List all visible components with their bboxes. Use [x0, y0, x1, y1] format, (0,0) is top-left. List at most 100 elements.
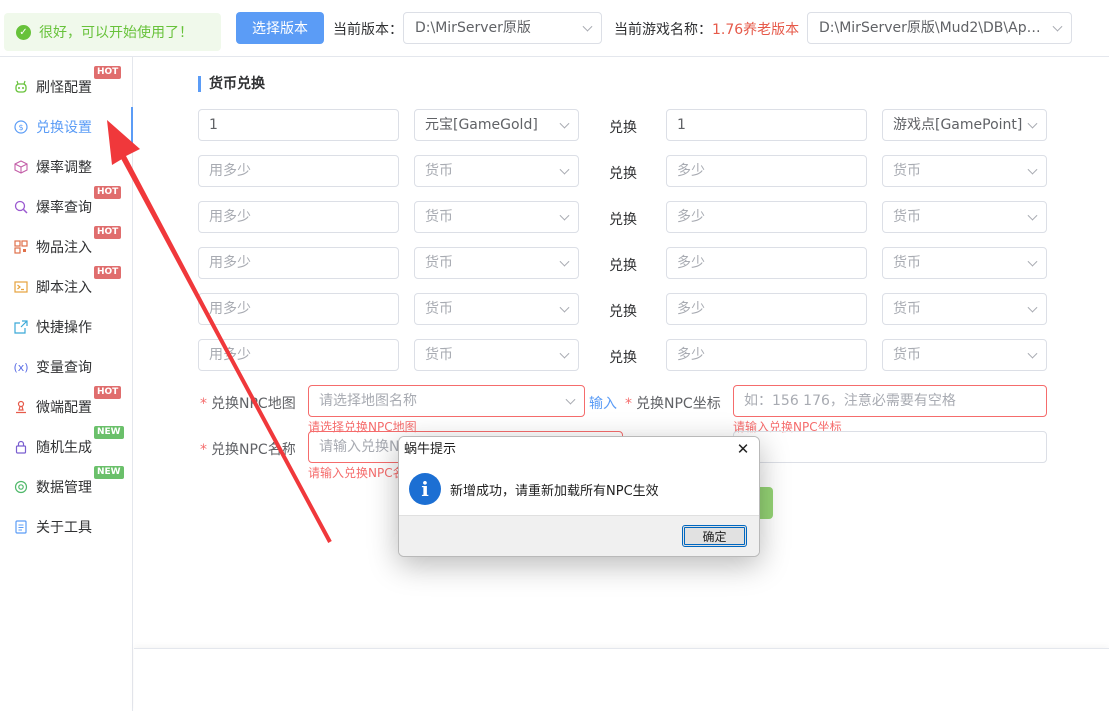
input-link[interactable]: 输入 [589, 393, 617, 413]
currency-from-select-4[interactable]: 货币 [414, 247, 579, 279]
hot-badge: HOT [94, 266, 122, 279]
currency-to-select-2[interactable]: 货币 [882, 155, 1047, 187]
check-circle-icon: ✓ [16, 24, 31, 40]
sidebar-item-label: 数据管理 [36, 480, 92, 496]
chevron-down-icon [559, 164, 570, 175]
amount-to-input-1[interactable]: 1 [666, 109, 867, 141]
section-title: 货币兑换 [198, 76, 265, 92]
sidebar-item-data-management[interactable]: 数据管理 NEW [0, 466, 132, 507]
currency-to-select-3[interactable]: 货币 [882, 201, 1047, 233]
currency-to-select-1[interactable]: 游戏点[GamePoint] [882, 109, 1047, 141]
currency-from-select-1[interactable]: 元宝[GameGold] [414, 109, 579, 141]
amount-from-input-5[interactable]: 用多少 [198, 293, 399, 325]
amount-from-input-2[interactable]: 用多少 [198, 155, 399, 187]
database-icon [14, 480, 28, 494]
chevron-down-icon [559, 348, 570, 359]
exchange-word: 兑换 [609, 350, 637, 366]
hot-badge: HOT [94, 186, 122, 199]
chevron-down-icon [1027, 302, 1038, 313]
sidebar-item-drop-rate-query[interactable]: 爆率查询 HOT [0, 186, 132, 227]
exchange-word: 兑换 [609, 304, 637, 320]
svg-text:$: $ [18, 123, 23, 132]
currency-from-select-3[interactable]: 货币 [414, 201, 579, 233]
npc-map-select[interactable]: 请选择地图名称 [308, 385, 585, 417]
amount-from-input-3[interactable]: 用多少 [198, 201, 399, 233]
sidebar-item-about-tool[interactable]: 关于工具 [0, 507, 132, 547]
sidebar-item-label: 随机生成 [36, 440, 92, 456]
exchange-word: 兑换 [609, 258, 637, 274]
currency-placeholder: 货币 [425, 347, 453, 363]
toast-text: 很好，可以开始使用了！ [39, 25, 193, 41]
app-window: ✓ 很好，可以开始使用了！ 选择版本 当前版本： D:\MirServer原版 … [0, 0, 1109, 711]
search-icon [14, 200, 28, 214]
message-dialog: 蜗牛提示 ✕ i 新增成功，请重新加载所有NPC生效 确定 [398, 436, 760, 557]
currency-placeholder: 货币 [893, 347, 921, 363]
sidebar-item-label: 兑换设置 [36, 120, 92, 136]
currency-from-select-6[interactable]: 货币 [414, 339, 579, 371]
chevron-down-icon [565, 394, 576, 405]
box-icon [14, 160, 28, 174]
sidebar-item-script-inject[interactable]: 脚本注入 HOT [0, 266, 132, 307]
new-badge: NEW [94, 466, 124, 479]
amount-to-input-4[interactable]: 多少 [666, 247, 867, 279]
sidebar-item-drop-rate-adjust[interactable]: 爆率调整 [0, 147, 132, 187]
sidebar-item-label: 变量查询 [36, 360, 92, 376]
chevron-down-icon [582, 21, 593, 32]
sidebar-item-random-generate[interactable]: 随机生成 NEW [0, 426, 132, 467]
currency-from-select-5[interactable]: 货币 [414, 293, 579, 325]
dialog-message: 新增成功，请重新加载所有NPC生效 [450, 483, 659, 499]
currency-to-select-5[interactable]: 货币 [882, 293, 1047, 325]
success-toast: ✓ 很好，可以开始使用了！ [4, 13, 221, 51]
top-bar: ✓ 很好，可以开始使用了！ 选择版本 当前版本： D:\MirServer原版 … [0, 0, 1109, 57]
currency-to-select-4[interactable]: 货币 [882, 247, 1047, 279]
currency-from-value: 元宝[GameGold] [425, 117, 538, 133]
amount-to-input-5[interactable]: 多少 [666, 293, 867, 325]
sidebar-item-item-inject[interactable]: 物品注入 HOT [0, 226, 132, 267]
amount-to-input-3[interactable]: 多少 [666, 201, 867, 233]
sidebar-item-quick-actions[interactable]: 快捷操作 [0, 307, 132, 347]
new-badge: NEW [94, 426, 124, 439]
amount-from-input-4[interactable]: 用多少 [198, 247, 399, 279]
amount-from-input-1[interactable]: 1 [198, 109, 399, 141]
footer-panel [134, 648, 1109, 711]
currency-from-select-2[interactable]: 货币 [414, 155, 579, 187]
npc-name-label: * 兑换NPC名称 [200, 442, 296, 458]
dialog-footer: 确定 [399, 515, 759, 556]
sidebar-item-variable-query[interactable]: (x) 变量查询 [0, 347, 132, 387]
exchange-word: 兑换 [609, 166, 637, 182]
currency-to-select-6[interactable]: 货币 [882, 339, 1047, 371]
currency-placeholder: 货币 [893, 255, 921, 271]
game-name-label-text: 当前游戏名称： [614, 22, 712, 38]
amount-to-input-2[interactable]: 多少 [666, 155, 867, 187]
sidebar-item-exchange-settings[interactable]: $ 兑换设置 [0, 107, 133, 147]
npc-coord-input[interactable]: 如：156 176，注意必需要有空格 [733, 385, 1047, 417]
amount-from-input-6[interactable]: 用多少 [198, 339, 399, 371]
current-version-select[interactable]: D:\MirServer原版 [403, 12, 602, 44]
currency-placeholder: 货币 [893, 163, 921, 179]
currency-placeholder: 货币 [893, 209, 921, 225]
chevron-down-icon [559, 256, 570, 267]
stamp-icon [14, 400, 28, 414]
close-icon[interactable]: ✕ [735, 441, 751, 457]
db-path-select[interactable]: D:\MirServer原版\Mud2\DB\Apex... [807, 12, 1072, 44]
sidebar-item-label: 关于工具 [36, 520, 92, 536]
currency-placeholder: 货币 [425, 301, 453, 317]
external-link-icon [14, 320, 28, 334]
npc-map-label-text: 兑换NPC地图 [211, 396, 296, 412]
currency-placeholder: 货币 [425, 255, 453, 271]
monster-icon [14, 80, 28, 94]
currency-placeholder: 货币 [425, 209, 453, 225]
chevron-down-icon [559, 118, 570, 129]
dialog-body: i 新增成功，请重新加载所有NPC生效 [399, 463, 759, 515]
game-name-value: 1.76养老版本 [712, 22, 800, 38]
npc-script-input[interactable] [733, 431, 1047, 463]
sidebar-item-micro-client-config[interactable]: 微端配置 HOT [0, 386, 132, 427]
amount-to-input-6[interactable]: 多少 [666, 339, 867, 371]
currency-placeholder: 货币 [893, 301, 921, 317]
sidebar-item-label: 爆率查询 [36, 200, 92, 216]
exchange-word: 兑换 [609, 120, 637, 136]
ok-button[interactable]: 确定 [682, 525, 747, 547]
select-version-button[interactable]: 选择版本 [236, 12, 324, 44]
sidebar-item-monster-config[interactable]: 刷怪配置 HOT [0, 66, 132, 107]
sidebar-item-label: 刷怪配置 [36, 80, 92, 96]
